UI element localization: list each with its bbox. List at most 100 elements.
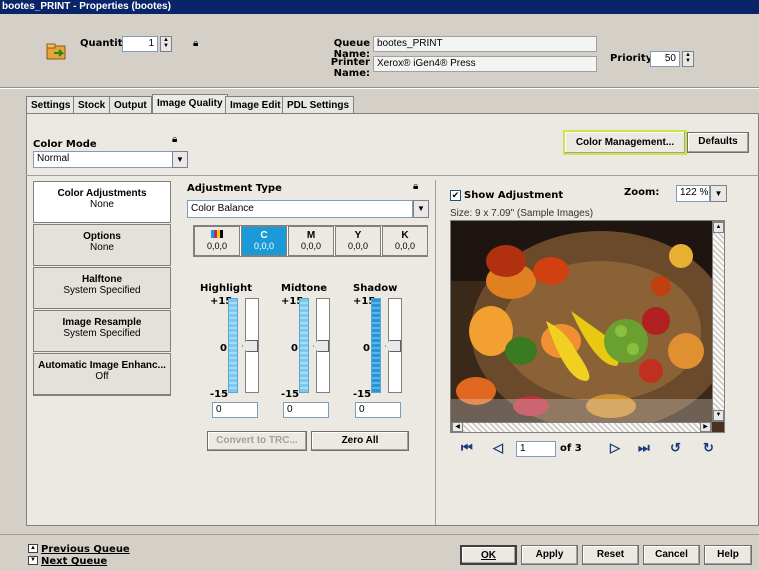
channel-y-button[interactable]: Y 0,0,0 xyxy=(335,226,381,256)
color-mode-select[interactable]: Normal xyxy=(33,151,173,168)
tab-image-edit[interactable]: Image Edit xyxy=(225,96,286,113)
scroll-down-icon[interactable]: ▼ xyxy=(713,410,724,421)
apply-button[interactable]: Apply xyxy=(521,545,578,565)
previous-queue-icon[interactable]: ▲ xyxy=(28,544,38,553)
highlight-scale xyxy=(228,298,238,393)
sidebar-item-value: Off xyxy=(95,371,109,382)
priority-input[interactable]: 50 xyxy=(650,51,680,67)
chevron-down-icon[interactable]: ▼ xyxy=(413,200,429,218)
chevron-down-icon[interactable]: ▼ xyxy=(710,185,727,202)
queue-name-field: bootes_PRINT xyxy=(373,36,597,52)
highlight-value-input[interactable]: 0 xyxy=(212,402,258,418)
quantity-input[interactable]: 1 xyxy=(122,36,158,52)
sidebar-item-halftone[interactable]: Halftone System Specified xyxy=(33,267,171,309)
queue-icon xyxy=(46,42,68,62)
tab-output[interactable]: Output xyxy=(109,96,152,113)
slider-mid: 0 xyxy=(291,343,298,354)
slider-title: Shadow xyxy=(353,283,398,294)
defaults-button[interactable]: Defaults xyxy=(687,132,749,153)
rotate-left-icon[interactable]: ↺ xyxy=(670,440,681,456)
next-page-icon[interactable]: ▷ xyxy=(610,440,620,456)
rotate-right-icon[interactable]: ↻ xyxy=(703,440,714,456)
previous-page-icon[interactable]: ◁ xyxy=(493,440,503,456)
shadow-value-input[interactable]: 0 xyxy=(355,402,401,418)
color-management-button[interactable]: Color Management... xyxy=(563,130,687,155)
channel-name: M xyxy=(306,230,316,241)
tab-image-quality[interactable]: Image Quality xyxy=(152,94,228,113)
preview-vertical-scrollbar[interactable] xyxy=(712,221,724,422)
channel-name: K xyxy=(401,230,409,241)
cancel-button[interactable]: Cancel xyxy=(643,545,700,565)
sidebar-item-label: Options xyxy=(83,231,121,242)
vertical-divider xyxy=(435,180,436,525)
first-page-icon[interactable]: ⏮︎ xyxy=(461,440,473,456)
slider-min: -15 xyxy=(281,389,300,400)
sidebar-item-automatic-image-enhancement[interactable]: Automatic Image Enhanc... Off xyxy=(33,353,171,395)
window-title: bootes_PRINT - Properties (bootes) xyxy=(0,0,759,14)
channel-m-button[interactable]: M 0,0,0 xyxy=(288,226,334,256)
header-divider xyxy=(0,87,759,89)
page-number-input[interactable]: 1 xyxy=(516,441,556,457)
sidebar-item-label: Color Adjustments xyxy=(57,188,147,199)
channel-value: 0,0,0 xyxy=(394,241,416,251)
ok-button[interactable]: OK xyxy=(460,545,517,565)
next-queue-link[interactable]: Next Queue xyxy=(41,556,107,567)
convert-to-trc-button[interactable]: Convert to TRC... xyxy=(207,431,307,451)
channel-value: 0,0,0 xyxy=(347,241,369,251)
sidebar-item-options[interactable]: Options None xyxy=(33,224,171,266)
adjustment-type-select[interactable]: Color Balance xyxy=(187,200,413,218)
sidebar-item-value: System Specified xyxy=(63,328,141,339)
color-mode-label: Color Mode xyxy=(33,139,97,150)
preview-image: ▲ ▼ ◀ ▶ xyxy=(450,220,725,433)
sidebar-item-value: None xyxy=(90,199,114,210)
midtone-scale xyxy=(299,298,309,393)
color-bars-icon xyxy=(195,230,239,241)
slider-min: -15 xyxy=(210,389,229,400)
channel-name: Y xyxy=(354,230,362,241)
show-adjustment-checkbox[interactable]: ✔ xyxy=(450,190,461,201)
channel-c-button[interactable]: C 0,0,0 xyxy=(241,226,287,256)
help-button[interactable]: Help xyxy=(704,545,752,565)
previous-queue-link[interactable]: Previous Queue xyxy=(41,544,130,555)
sidebar-item-value: System Specified xyxy=(63,285,141,296)
channel-k-button[interactable]: K 0,0,0 xyxy=(382,226,428,256)
preview-horizontal-scrollbar[interactable] xyxy=(451,422,712,432)
channel-name: C xyxy=(260,230,268,241)
footer-divider xyxy=(0,534,759,535)
tab-stock[interactable]: Stock xyxy=(73,96,111,113)
priority-stepper[interactable]: ▲ ▼ xyxy=(682,51,694,67)
channel-selector: 0,0,0 C 0,0,0 M 0,0,0 Y 0,0,0 K 0,0,0 xyxy=(193,225,428,257)
channel-all-button[interactable]: 0,0,0 xyxy=(194,226,240,256)
slider-title: Midtone xyxy=(281,283,328,294)
scroll-right-icon[interactable]: ▶ xyxy=(700,422,711,432)
next-queue-icon[interactable]: ▼ xyxy=(28,556,38,565)
sidebar-item-label: Halftone xyxy=(82,274,122,285)
adjustment-type-label: Adjustment Type xyxy=(187,183,282,194)
zoom-label: Zoom: xyxy=(624,187,660,198)
chevron-down-icon[interactable]: ▼ xyxy=(172,151,188,168)
scroll-left-icon[interactable]: ◀ xyxy=(452,422,463,432)
sidebar-item-label: Automatic Image Enhanc... xyxy=(38,360,166,371)
channel-value: 0,0,0 xyxy=(206,241,228,251)
midtone-value-input[interactable]: 0 xyxy=(283,402,329,418)
sidebar-item-image-resample[interactable]: Image Resample System Specified xyxy=(33,310,171,352)
sidebar-item-value: None xyxy=(90,242,114,253)
page-count-label: of 3 xyxy=(560,443,582,454)
zero-all-button[interactable]: Zero All xyxy=(311,431,409,451)
sidebar-item-color-adjustments[interactable]: Color Adjustments None xyxy=(33,181,171,223)
reset-button[interactable]: Reset xyxy=(582,545,639,565)
sidebar-item-label: Image Resample xyxy=(62,317,142,328)
tab-settings[interactable]: Settings xyxy=(26,96,76,113)
show-adjustment-label: Show Adjustment xyxy=(464,190,564,201)
sidebar-divider xyxy=(33,395,171,396)
zoom-select[interactable]: 122 % xyxy=(676,185,710,202)
slider-mid: 0 xyxy=(363,343,370,354)
channel-value: 0,0,0 xyxy=(300,241,322,251)
channel-value: 0,0,0 xyxy=(253,241,275,251)
tab-pdl-settings[interactable]: PDL Settings xyxy=(282,96,355,113)
printer-name-label: Printer Name: xyxy=(330,57,370,79)
scroll-up-icon[interactable]: ▲ xyxy=(713,222,724,233)
fruit-basket-image xyxy=(451,221,724,431)
quantity-stepper[interactable]: ▲ ▼ xyxy=(160,36,172,52)
last-page-icon[interactable]: ⏭︎ xyxy=(638,440,650,456)
